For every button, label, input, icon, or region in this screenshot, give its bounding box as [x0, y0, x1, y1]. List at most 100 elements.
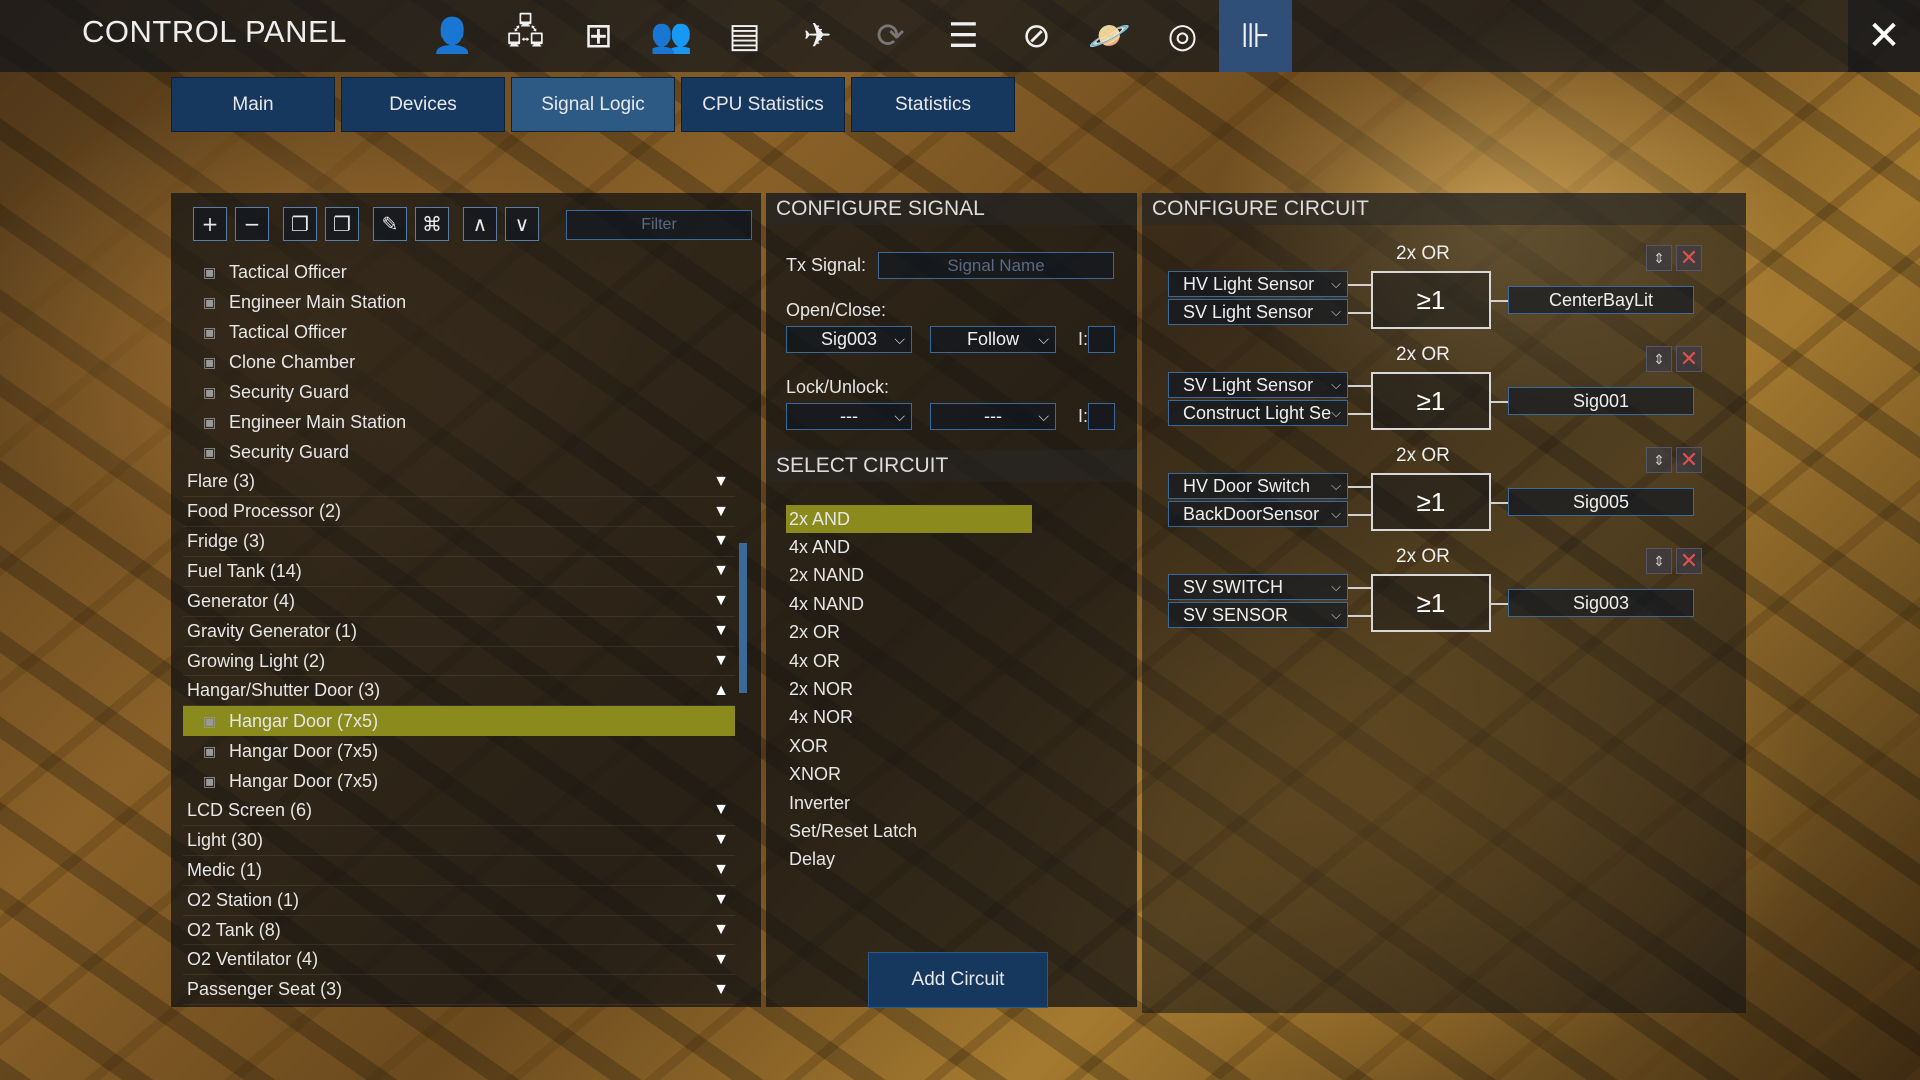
tab-main[interactable]: Main [171, 77, 335, 132]
expand-arrow-icon[interactable]: ▼ [713, 831, 729, 849]
structure-icon[interactable]: ⊞ [562, 0, 635, 72]
circuit-input-select[interactable]: SV SENSOR ⌵ [1168, 602, 1348, 628]
window-icon[interactable]: ▤ [708, 0, 781, 72]
move-up-icon[interactable]: ∧ [463, 207, 497, 241]
circuit-type-item[interactable]: 2x NAND [786, 562, 1032, 590]
device-group-row[interactable]: Flare (3) ▼ [183, 467, 735, 498]
player-icon[interactable]: 👤 [416, 0, 489, 72]
reorder-icon[interactable]: ⇕ [1646, 245, 1672, 271]
device-row[interactable]: ▣ Tactical Officer [183, 258, 735, 288]
copy-icon[interactable]: ❐ [283, 207, 317, 241]
hierarchy-icon[interactable]: ⌘ [415, 207, 449, 241]
device-row[interactable]: ▣ Engineer Main Station [183, 288, 735, 318]
circuit-type-item[interactable]: Set/Reset Latch [786, 817, 1032, 845]
circuit-type-item[interactable]: Delay [786, 846, 1032, 874]
tab-devices[interactable]: Devices [341, 77, 505, 132]
open-close-invert-checkbox[interactable] [1088, 326, 1115, 353]
circuit-type-item[interactable]: 2x OR [786, 619, 1032, 647]
reorder-icon[interactable]: ⇕ [1646, 346, 1672, 372]
reorder-icon[interactable]: ⇕ [1646, 548, 1672, 574]
circuit-input-select[interactable]: HV Door Switch ⌵ [1168, 473, 1348, 499]
device-group-row[interactable]: Fridge (3) ▼ [183, 527, 735, 557]
expand-arrow-icon[interactable]: ▼ [713, 801, 729, 819]
device-group-row[interactable]: Medic (1) ▼ [183, 856, 735, 886]
circuit-type-item[interactable]: 4x NOR [786, 704, 1032, 732]
list-icon[interactable]: ☰ [927, 0, 1000, 72]
device-group-row[interactable]: Passenger Seat (3) ▼ [183, 975, 735, 1006]
device-row[interactable]: ▣ Clone Chamber [183, 348, 735, 378]
device-row[interactable]: ▣ Security Guard [183, 378, 735, 408]
circuit-type-item[interactable]: XNOR [786, 761, 1032, 789]
device-row[interactable]: ▣ Hangar Door (7x5) [183, 706, 735, 737]
circuit-input-select[interactable]: BackDoorSensor ⌵ [1168, 501, 1348, 527]
sync-icon[interactable]: ⟳ [854, 0, 927, 72]
circuit-output-field[interactable]: Sig005 [1508, 488, 1694, 516]
control-panel-icon[interactable]: ⊪ [1219, 0, 1292, 72]
reorder-icon[interactable]: ⇕ [1646, 447, 1672, 473]
network-icon[interactable]: 🖧 [489, 0, 562, 72]
tab-signal-logic[interactable]: Signal Logic [511, 77, 675, 132]
device-list-scrollbar[interactable] [739, 543, 747, 693]
expand-arrow-icon[interactable]: ▼ [713, 981, 729, 999]
circuit-type-item[interactable]: 4x NAND [786, 590, 1032, 618]
device-row[interactable]: ▣ Engineer Main Station [183, 407, 735, 437]
device-row[interactable]: ▣ Security Guard [183, 437, 735, 467]
add-icon[interactable]: + [193, 207, 227, 241]
galaxy-icon[interactable]: ◎ [1146, 0, 1219, 72]
expand-arrow-icon[interactable]: ▼ [713, 503, 729, 521]
expand-arrow-icon[interactable]: ▼ [713, 891, 729, 909]
expand-arrow-icon[interactable]: ▼ [713, 562, 729, 580]
lock-mode-select[interactable]: --- ⌵ [930, 403, 1056, 430]
ship-icon[interactable]: ✈ [781, 0, 854, 72]
add-circuit-button[interactable]: Add Circuit [868, 952, 1048, 1008]
device-group-row[interactable]: O2 Tank (8) ▼ [183, 916, 735, 946]
circuit-output-field[interactable]: CenterBayLit [1508, 286, 1694, 314]
compass-icon[interactable]: ⊘ [1000, 0, 1073, 72]
device-group-row[interactable]: Growing Light (2) ▼ [183, 647, 735, 677]
device-group-row[interactable]: Gravity Generator (1) ▼ [183, 617, 735, 647]
device-group-row[interactable]: Hangar/Shutter Door (3) ▲ [183, 676, 735, 707]
delete-circuit-icon[interactable]: ✕ [1676, 548, 1702, 574]
filter-input[interactable] [566, 210, 752, 240]
expand-arrow-icon[interactable]: ▼ [713, 652, 729, 670]
circuit-type-item[interactable]: 2x NOR [786, 675, 1032, 703]
expand-arrow-icon[interactable]: ▼ [713, 532, 729, 550]
device-group-row[interactable]: O2 Ventilator (4) ▼ [183, 945, 735, 976]
circuit-type-item[interactable]: XOR [786, 732, 1032, 760]
expand-arrow-icon[interactable]: ▼ [713, 861, 729, 879]
delete-circuit-icon[interactable]: ✕ [1676, 245, 1702, 271]
device-group-row[interactable]: O2 Station (1) ▼ [183, 886, 735, 916]
circuit-input-select[interactable]: Construct Light Se ⌵ [1168, 400, 1348, 426]
expand-arrow-icon[interactable]: ▼ [713, 622, 729, 640]
circuit-input-select[interactable]: HV Light Sensor ⌵ [1168, 271, 1348, 297]
remove-icon[interactable]: − [235, 207, 269, 241]
device-row[interactable]: ▣ Hangar Door (7x5) [183, 736, 735, 766]
expand-arrow-icon[interactable]: ▼ [713, 473, 729, 491]
planet-icon[interactable]: 🪐 [1073, 0, 1146, 72]
tab-statistics[interactable]: Statistics [851, 77, 1015, 132]
device-row[interactable]: ▣ Tactical Officer [183, 318, 735, 348]
lock-signal-select[interactable]: --- ⌵ [786, 403, 912, 430]
circuit-type-item[interactable]: 4x OR [786, 647, 1032, 675]
tab-cpu-statistics[interactable]: CPU Statistics [681, 77, 845, 132]
paste-icon[interactable]: ❐ [325, 207, 359, 241]
device-group-row[interactable]: Light (30) ▼ [183, 826, 735, 856]
device-group-row[interactable]: Fuel Tank (14) ▼ [183, 557, 735, 587]
expand-arrow-icon[interactable]: ▼ [713, 921, 729, 939]
tx-signal-input[interactable] [878, 252, 1114, 279]
lock-invert-checkbox[interactable] [1088, 403, 1115, 430]
circuit-input-select[interactable]: SV Light Sensor ⌵ [1168, 299, 1348, 325]
close-icon[interactable]: ✕ [1848, 0, 1920, 72]
edit-icon[interactable]: ✎ [373, 207, 407, 241]
move-down-icon[interactable]: ∨ [505, 207, 539, 241]
circuit-input-select[interactable]: SV Light Sensor ⌵ [1168, 372, 1348, 398]
faction-icon[interactable]: 👥 [635, 0, 708, 72]
device-group-row[interactable]: LCD Screen (6) ▼ [183, 796, 735, 826]
circuit-output-field[interactable]: Sig003 [1508, 589, 1694, 617]
open-close-signal-select[interactable]: Sig003 ⌵ [786, 326, 912, 353]
expand-arrow-icon[interactable]: ▼ [713, 592, 729, 610]
device-row[interactable]: ▣ Hangar Door (7x5) [183, 766, 735, 796]
circuit-output-field[interactable]: Sig001 [1508, 387, 1694, 415]
circuit-type-item[interactable]: Inverter [786, 789, 1032, 817]
collapse-arrow-icon[interactable]: ▲ [713, 682, 729, 700]
